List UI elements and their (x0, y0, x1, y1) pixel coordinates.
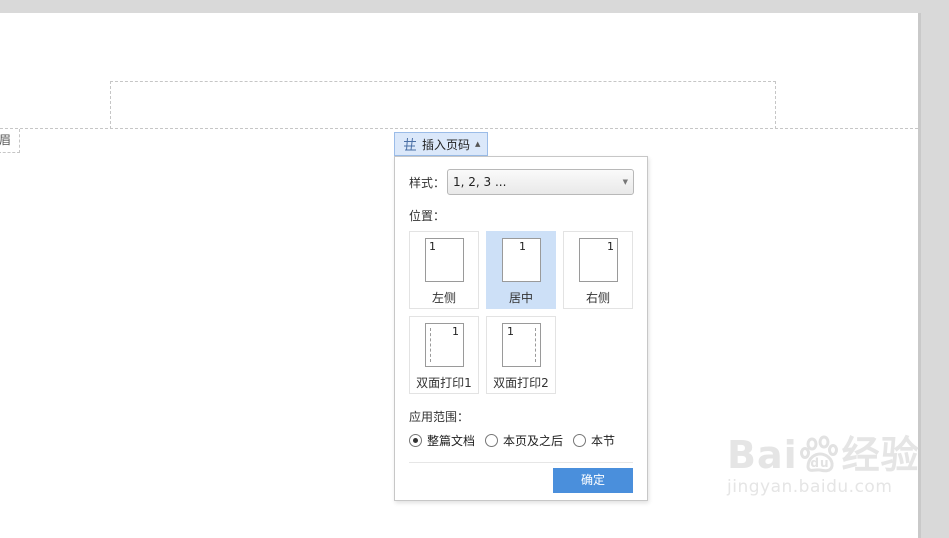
range-radio-group: 整篇文档 本页及之后 本节 (409, 432, 625, 449)
position-tile-duplex-2[interactable]: 1 双面打印2 (486, 316, 556, 394)
header-tag: 眉 (0, 129, 20, 153)
margin-guide (430, 328, 431, 362)
position-label: 位置： (409, 209, 446, 223)
panel-divider (409, 462, 633, 463)
watermark-url: jingyan.baidu.com (727, 477, 893, 497)
radio-this-section[interactable]: 本节 (573, 432, 615, 449)
position-tile-label: 右侧 (585, 291, 610, 305)
position-tile-center[interactable]: 1 居中 (486, 231, 556, 309)
page-number-preview: 1 (607, 240, 614, 253)
chevron-down-icon: ▼ (622, 178, 629, 186)
page-number-preview: 1 (507, 325, 514, 338)
style-select[interactable]: 1, 2, 3 ... ▼ (447, 169, 635, 195)
position-tile-label: 双面打印1 (416, 376, 472, 390)
watermark-brand-left: Bai (727, 433, 798, 477)
insert-page-number-button[interactable]: 插入页码 ▲ (394, 132, 488, 156)
header-divider-line (0, 128, 918, 129)
header-content-area[interactable] (110, 81, 776, 129)
range-label: 应用范围： (409, 410, 470, 424)
style-label: 样式： (409, 175, 446, 190)
chevron-up-icon: ▲ (475, 140, 481, 148)
position-tile-label: 居中 (508, 291, 533, 305)
page-preview-icon: 1 (425, 323, 464, 367)
watermark-brand: Bai du 经验 (727, 435, 920, 475)
page-number-preview: 1 (519, 240, 526, 253)
page-number-preview: 1 (452, 325, 459, 338)
page-preview-icon: 1 (502, 238, 541, 282)
style-select-value: 1, 2, 3 ... (453, 175, 507, 189)
page-number-hash-icon (404, 137, 416, 151)
svg-text:du: du (810, 456, 829, 470)
position-tile-label: 左侧 (431, 291, 456, 305)
page-preview-icon: 1 (425, 238, 464, 282)
page-preview-icon: 1 (579, 238, 618, 282)
margin-guide (535, 328, 536, 362)
page-number-preview: 1 (429, 240, 436, 253)
page-number-panel: 样式： 1, 2, 3 ... ▼ 位置： 1 左侧 1 居中 1 右侧 1 双… (394, 156, 648, 501)
watermark-brand-right: 经验 (841, 433, 920, 477)
radio-circle-checked[interactable] (409, 434, 422, 447)
radio-label: 整篇文档 (427, 434, 476, 448)
style-row: 样式： 1, 2, 3 ... ▼ (409, 169, 635, 195)
radio-circle[interactable] (573, 434, 587, 447)
radio-whole-document[interactable]: 整篇文档 (409, 432, 475, 449)
insert-page-number-label: 插入页码 (422, 137, 471, 152)
ok-button[interactable]: 确定 (553, 468, 633, 493)
baidu-jingyan-watermark: Bai du 经验 jingyan.baidu.com (727, 435, 920, 497)
position-tile-left[interactable]: 1 左侧 (409, 231, 479, 309)
radio-circle[interactable] (485, 434, 499, 447)
radio-this-page-onward[interactable]: 本页及之后 (485, 432, 563, 449)
radio-label: 本页及之后 (503, 434, 564, 448)
page-preview-icon: 1 (502, 323, 541, 367)
position-tile-right[interactable]: 1 右侧 (563, 231, 633, 309)
position-tile-duplex-1[interactable]: 1 双面打印1 (409, 316, 479, 394)
position-tile-label: 双面打印2 (493, 376, 549, 390)
paw-logo-icon: du (799, 435, 838, 473)
radio-label: 本节 (591, 434, 616, 448)
